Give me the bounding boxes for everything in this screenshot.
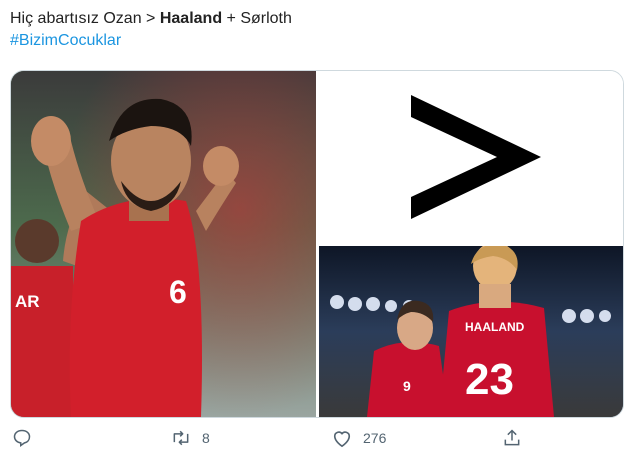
norway-players-image: 9 HAALAND 23 [319, 246, 623, 417]
front-jersey-number: 9 [403, 378, 411, 394]
media-grid: AR 6 > [10, 70, 624, 418]
reply-icon [13, 429, 31, 447]
media-photo-left[interactable]: AR 6 [11, 71, 316, 417]
tweet-line-1: Hiç abartısız Ozan > Haaland + Sørloth [10, 8, 292, 30]
tweet-line-2: #BizimCocuklar [10, 30, 292, 52]
share-button[interactable] [502, 428, 522, 448]
background-player-text: AR [15, 292, 40, 311]
like-button[interactable]: 276 [331, 428, 386, 448]
tweet-text-suffix: + Sørloth [222, 10, 292, 27]
media-photo-norway[interactable]: 9 HAALAND 23 [319, 246, 623, 417]
tweet-actions: 8 276 [0, 428, 640, 458]
retweet-button[interactable]: 8 [170, 428, 210, 448]
greater-than-symbol-image [411, 95, 541, 219]
retweet-count: 8 [202, 430, 210, 446]
media-photo-symbol[interactable]: > [319, 71, 623, 243]
tweet-text: Hiç abartısız Ozan > Haaland + Sørloth #… [10, 8, 292, 52]
retweet-icon [173, 430, 189, 446]
player-celebration-image: AR 6 [11, 71, 316, 417]
reply-button[interactable] [12, 428, 42, 448]
tweet-text-bold: Haaland [159, 10, 223, 27]
tweet-text-prefix: Hiç abartısız Ozan > [10, 10, 160, 27]
like-count: 276 [363, 430, 387, 446]
hashtag-link[interactable]: #BizimCocuklar [10, 32, 121, 49]
back-jersey-number: 23 [465, 355, 514, 404]
jersey-number-text: 6 [169, 274, 187, 310]
heart-icon [333, 431, 351, 448]
back-jersey-name: HAALAND [465, 320, 525, 334]
share-icon [504, 429, 520, 446]
